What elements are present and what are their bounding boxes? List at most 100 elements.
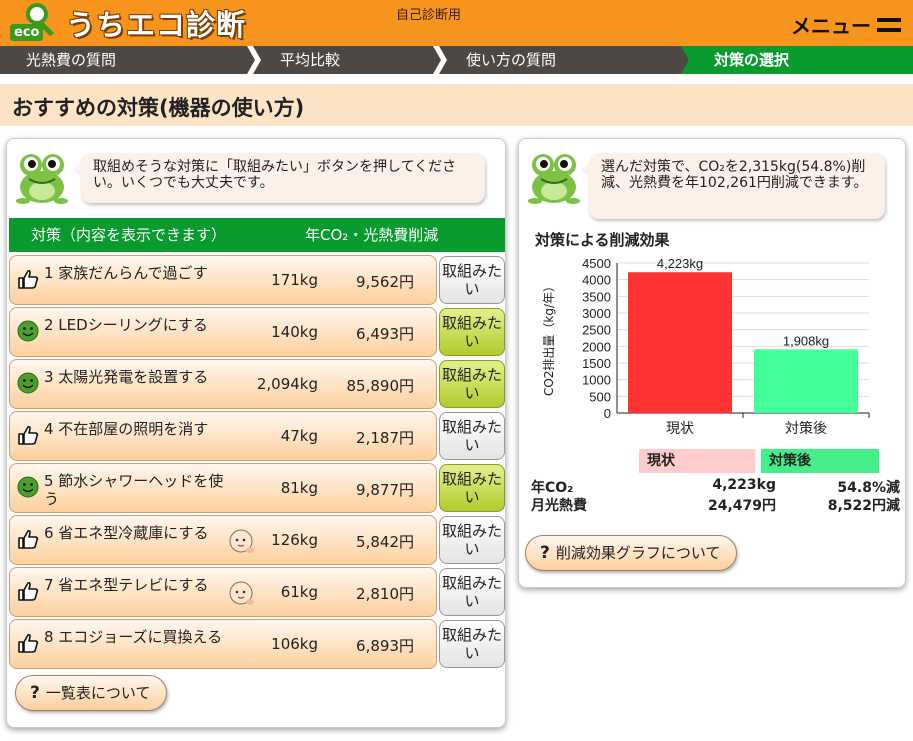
y-tick-label: 2000 xyxy=(582,339,611,354)
summary-after-value: 8,522円減 xyxy=(827,498,900,514)
app-title: うちエコ診断 xyxy=(66,8,247,42)
chevron-right-icon xyxy=(681,46,695,74)
app-logo[interactable]: eco うちエコ診断 xyxy=(8,2,246,44)
measure-row: 7 省エネ型テレビにする 61kg 2,810円 取組みたい xyxy=(9,567,505,617)
measure-label: 4 不在部屋の照明を消す xyxy=(44,420,209,438)
chevron-right-icon xyxy=(247,46,261,74)
thumbs-up-icon xyxy=(16,631,40,655)
measure-item[interactable]: 5 節水シャワーヘッドを使う 81kg 9,877円 xyxy=(9,463,437,513)
measure-row: 2 LEDシーリングにする 140kg 6,493円 取組みたい xyxy=(9,307,505,357)
summary-current-value: 4,223kg xyxy=(712,477,776,493)
summary-label: 月光熱費 xyxy=(531,498,587,514)
y-tick-label: 1000 xyxy=(582,373,611,388)
measure-item[interactable]: 4 不在部屋の照明を消す 47kg 2,187円 xyxy=(9,411,437,461)
step-energy-cost-questions[interactable]: 光熱費の質問 xyxy=(0,46,261,74)
eco-magnifier-icon: eco xyxy=(8,3,62,43)
bar-data-label: 4,223kg xyxy=(657,256,703,271)
measure-label: 8 エコジョーズに買換える xyxy=(44,628,223,646)
header-reduction: 年CO₂・光熱費削減 xyxy=(305,226,439,244)
mode-subtitle: 自己診断用 xyxy=(396,8,462,23)
graph-help-button[interactable]: ? 削減効果グラフについて xyxy=(525,535,738,571)
co2-reduction: 61kg xyxy=(280,583,318,601)
step-average-comparison[interactable]: 平均比較 xyxy=(254,46,447,74)
title-bar: おすすめの対策(機器の使い方) xyxy=(0,84,913,126)
cost-reduction: 6,893円 xyxy=(356,637,414,655)
measure-label: 6 省エネ型冷蔵庫にする xyxy=(44,524,209,542)
want-to-try-button[interactable]: 取組みたい xyxy=(439,516,505,564)
measure-row: 5 節水シャワーヘッドを使う 81kg 9,877円 取組みたい xyxy=(9,463,505,513)
bar-after xyxy=(754,349,858,413)
smiley-icon xyxy=(16,371,40,395)
step-label: 対策の選択 xyxy=(714,51,790,69)
eco-badge: eco xyxy=(10,24,44,41)
co2-reduction: 126kg xyxy=(271,531,318,549)
cost-reduction: 9,877円 xyxy=(356,481,414,499)
measure-item[interactable]: 8 エコジョーズに買換える 106kg 6,893円 xyxy=(9,619,437,669)
want-to-try-button[interactable]: 取組みたい xyxy=(439,568,505,616)
y-tick-label: 3500 xyxy=(582,289,611,304)
y-axis-label: CO2排出量（kg/年） xyxy=(542,280,556,396)
x-tick-label: 現状 xyxy=(666,421,694,437)
measure-item[interactable]: 2 LEDシーリングにする 140kg 6,493円 xyxy=(9,307,437,357)
summary-row-co2: 年CO₂ 4,223kg 54.8%減 xyxy=(527,477,902,496)
measure-row: 4 不在部屋の照明を消す 47kg 2,187円 取組みたい xyxy=(9,411,505,461)
y-tick-label: 2500 xyxy=(582,323,611,338)
want-to-try-button[interactable]: 取組みたい xyxy=(439,412,505,460)
measure-item[interactable]: 7 省エネ型テレビにする 61kg 2,810円 xyxy=(9,567,437,617)
menu-label: メニュー xyxy=(791,14,871,38)
step-select-measures[interactable]: 対策の選択 xyxy=(688,46,913,74)
co2-reduction: 2,094kg xyxy=(256,375,318,393)
measures-panel: 取組めそうな対策に「取組みたい」ボタンを押してください。いくつでも大丈夫です。 … xyxy=(6,138,506,728)
co2-reduction: 81kg xyxy=(280,479,318,497)
y-tick-label: 500 xyxy=(589,389,611,404)
cost-reduction: 9,562円 xyxy=(356,273,414,291)
frog-mascot-icon xyxy=(16,154,68,204)
measure-row: 1 家族だんらんで過ごす 171kg 9,562円 取組みたい xyxy=(9,255,505,305)
frog-result-bubble: 選んだ対策で、CO₂を2,315kg(54.8%)削減、光熱費を年102,261… xyxy=(581,153,885,219)
question-icon: ? xyxy=(30,683,40,703)
cost-reduction: 6,493円 xyxy=(356,325,414,343)
question-icon: ? xyxy=(540,543,550,563)
step-navigation: 光熱費の質問 平均比較 使い方の質問 対策の選択 xyxy=(0,46,913,74)
want-to-try-button[interactable]: 取組みたい xyxy=(439,256,505,304)
measure-label: 3 太陽光発電を設置する xyxy=(44,368,209,386)
want-to-try-button[interactable]: 取組みたい xyxy=(439,360,505,408)
cost-reduction: 2,187円 xyxy=(356,429,414,447)
want-to-try-button[interactable]: 取組みたい xyxy=(439,620,505,668)
graph-help-label: 削減効果グラフについて xyxy=(555,544,721,562)
cost-reduction: 5,842円 xyxy=(356,533,414,551)
measure-row: 3 太陽光発電を設置する 2,094kg 85,890円 取組みたい xyxy=(9,359,505,409)
want-to-try-button[interactable]: 取組みたい xyxy=(439,464,505,512)
thumbs-up-icon xyxy=(16,267,40,291)
summary-header-current: 現状 xyxy=(639,449,755,473)
list-help-label: 一覧表について xyxy=(45,684,151,702)
menu-button[interactable]: メニュー xyxy=(791,10,901,39)
y-tick-label: 4500 xyxy=(582,256,611,271)
bar-data-label: 1,908kg xyxy=(783,333,829,348)
summary-row-cost: 月光熱費 24,479円 8,522円減 xyxy=(527,495,902,514)
smiley-icon xyxy=(16,475,40,499)
x-tick-label: 対策後 xyxy=(785,420,827,437)
reduction-bar-chart: 0 5001000 1500 20002500 3000 35004000 4500 4,22… xyxy=(542,256,870,437)
frog-mascot-icon xyxy=(528,154,580,204)
y-tick-label: 0 xyxy=(604,406,611,421)
chart-title: 対策による削減効果 xyxy=(535,231,670,249)
hamburger-icon xyxy=(877,17,901,32)
smiley-icon xyxy=(16,319,40,343)
step-usage-questions[interactable]: 使い方の質問 xyxy=(440,46,695,74)
baby-icon xyxy=(228,580,256,608)
measure-item[interactable]: 1 家族だんらんで過ごす 171kg 9,562円 xyxy=(9,255,437,305)
y-tick-label: 3000 xyxy=(582,306,611,321)
baby-icon xyxy=(228,528,256,556)
measure-item[interactable]: 3 太陽光発電を設置する 2,094kg 85,890円 xyxy=(9,359,437,409)
cost-reduction: 85,890円 xyxy=(346,377,415,395)
measure-label: 7 省エネ型テレビにする xyxy=(44,576,209,594)
list-help-button[interactable]: ? 一覧表について xyxy=(15,675,168,711)
step-label: 平均比較 xyxy=(280,51,341,69)
want-to-try-button[interactable]: 取組みたい xyxy=(439,308,505,356)
co2-reduction: 171kg xyxy=(271,271,318,289)
effect-panel: 選んだ対策で、CO₂を2,315kg(54.8%)削減、光熱費を年102,261… xyxy=(518,138,906,588)
measure-row: 8 エコジョーズに買換える 106kg 6,893円 取組みたい xyxy=(9,619,505,669)
measure-item[interactable]: 6 省エネ型冷蔵庫にする 126kg 5,842円 xyxy=(9,515,437,565)
summary-after-value: 54.8%減 xyxy=(837,480,900,496)
